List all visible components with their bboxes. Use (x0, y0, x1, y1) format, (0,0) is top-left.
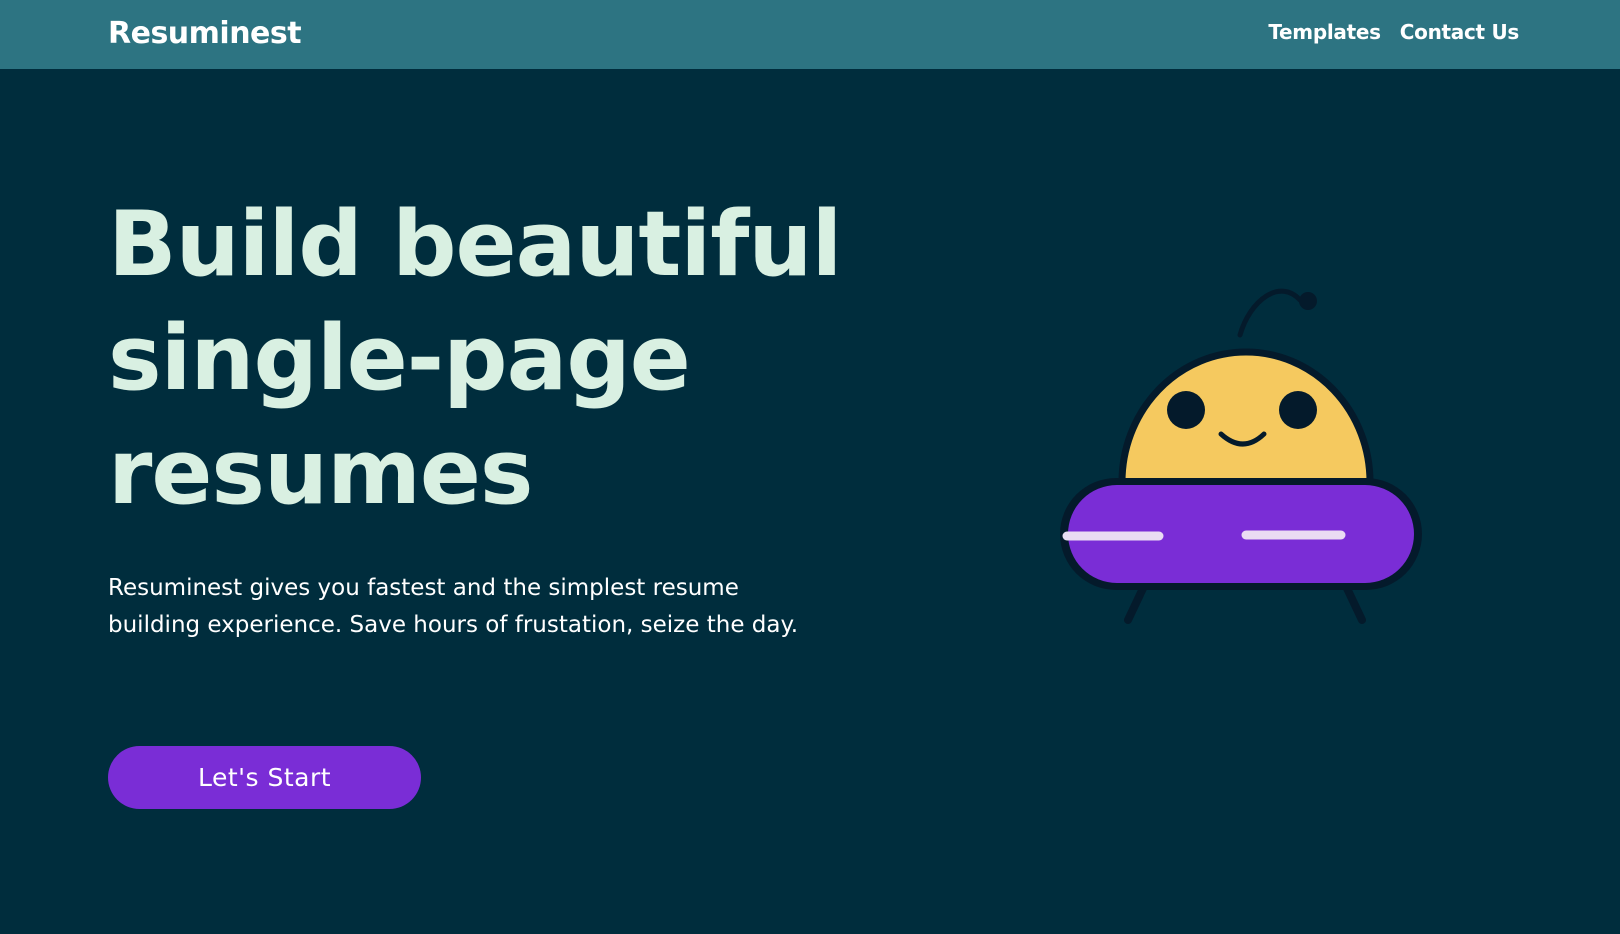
main-nav: Templates Contact Us (1268, 18, 1519, 46)
lets-start-button[interactable]: Let's Start (108, 746, 421, 809)
nav-link-templates[interactable]: Templates (1268, 18, 1381, 46)
hero-description: Resuminest gives you fastest and the sim… (108, 575, 799, 638)
top-navbar: Resuminest Templates Contact Us (0, 0, 1620, 69)
brand-logo[interactable]: Resuminest (108, 15, 302, 53)
hero-headline: Build beautiful single-page resumes (108, 192, 842, 525)
nav-link-contact-us[interactable]: Contact Us (1400, 18, 1520, 46)
ufo-mascot-icon (1060, 288, 1422, 624)
